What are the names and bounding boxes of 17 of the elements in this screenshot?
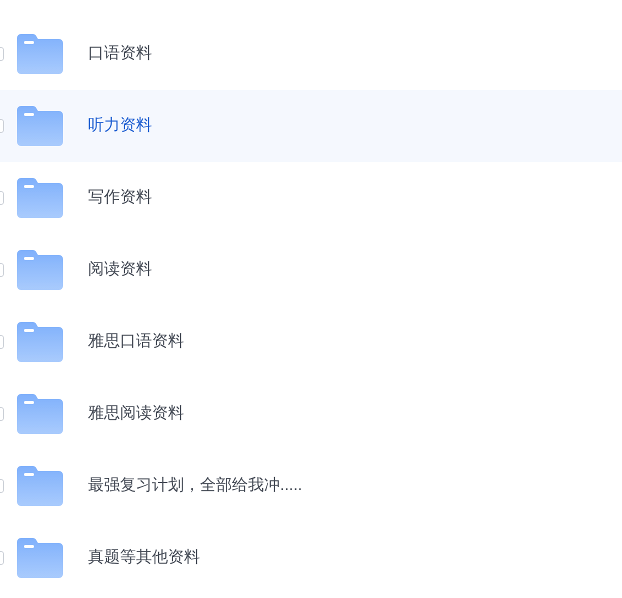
folder-icon: [17, 466, 63, 506]
folder-name[interactable]: 听力资料: [88, 114, 152, 138]
folder-name[interactable]: 雅思口语资料: [88, 330, 184, 354]
folder-name[interactable]: 雅思阅读资料: [88, 402, 184, 426]
folder-name[interactable]: 真题等其他资料: [88, 546, 200, 570]
folder-row[interactable]: 听力资料: [0, 90, 622, 162]
folder-icon: [17, 34, 63, 74]
folder-icon: [17, 394, 63, 434]
folder-icon: [17, 178, 63, 218]
folder-icon: [17, 322, 63, 362]
folder-name[interactable]: 阅读资料: [88, 258, 152, 282]
folder-icon: [17, 250, 63, 290]
folder-name[interactable]: 最强复习计划，全部给我冲.....: [88, 474, 302, 498]
folder-icon: [17, 538, 63, 578]
folder-name[interactable]: 写作资料: [88, 186, 152, 210]
folder-name[interactable]: 口语资料: [88, 42, 152, 66]
folder-icon: [17, 106, 63, 146]
